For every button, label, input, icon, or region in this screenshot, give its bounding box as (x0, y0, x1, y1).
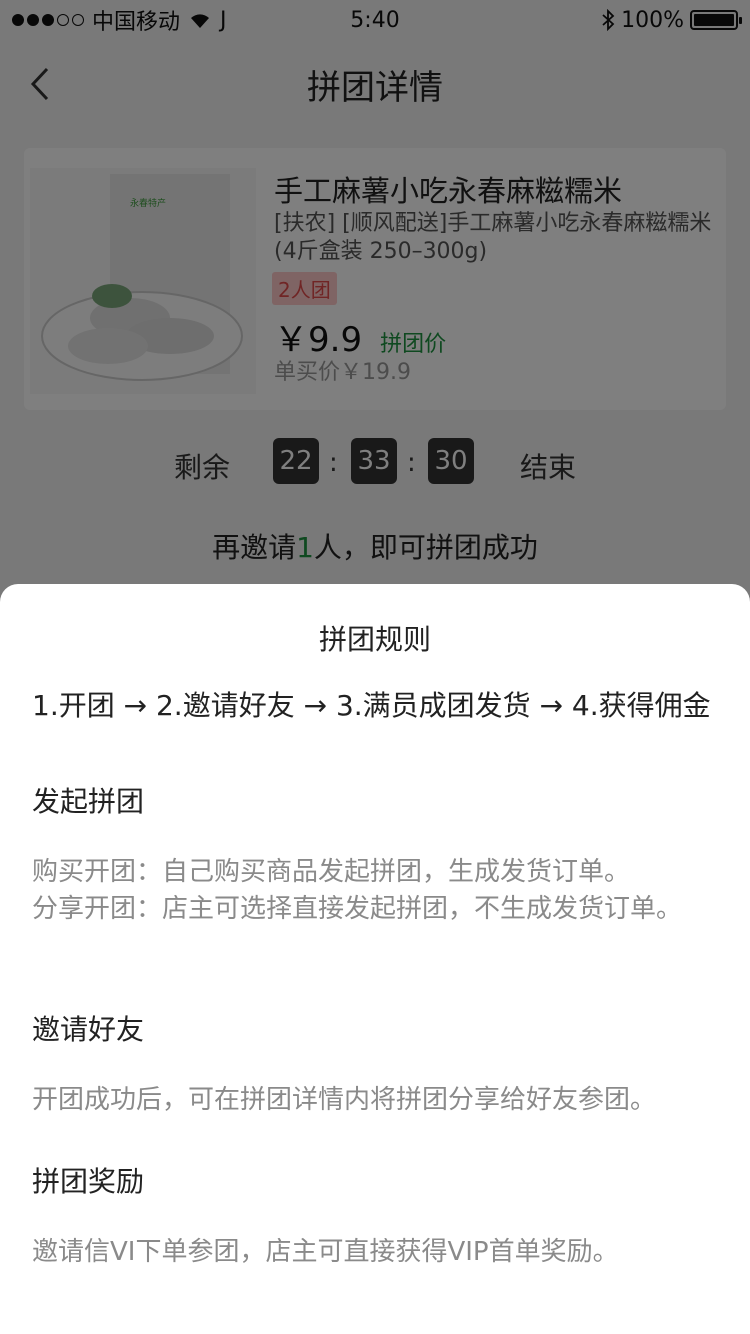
rules-sheet-title: 拼团规则 (318, 623, 431, 656)
rules-steps: 1.开团 → 2.邀请好友 → 3.满员成团发货 → 4.获得佣金 (32, 689, 711, 722)
section-text: 邀请信VI下单参团，店主可直接获得VIP首单奖励。 (32, 1234, 619, 1271)
section-title: 发起拼团 (32, 785, 145, 818)
section-line: 开团成功后，可在拼团详情内将拼团分享给好友参团。 (32, 1085, 657, 1115)
section-title: 邀请好友 (32, 1013, 145, 1046)
section-line: 邀请信VI下单参团，店主可直接获得VIP首单奖励。 (32, 1237, 619, 1267)
section-title: 拼团奖励 (32, 1165, 145, 1198)
section-text: 开团成功后，可在拼团详情内将拼团分享给好友参团。 (32, 1082, 656, 1119)
section-text: 购买开团：自己购买商品发起拼团，生成发货订单。 分享开团：店主可选择直接发起拼团… (32, 854, 682, 928)
section-line: 购买开团：自己购买商品发起拼团，生成发货订单。 (32, 857, 631, 887)
rules-sheet: 拼团规则 1.开团 → 2.邀请好友 → 3.满员成团发货 → 4.获得佣金 发… (0, 584, 750, 1334)
section-line: 分享开团：店主可选择直接发起拼团，不生成发货订单。 (32, 894, 683, 924)
